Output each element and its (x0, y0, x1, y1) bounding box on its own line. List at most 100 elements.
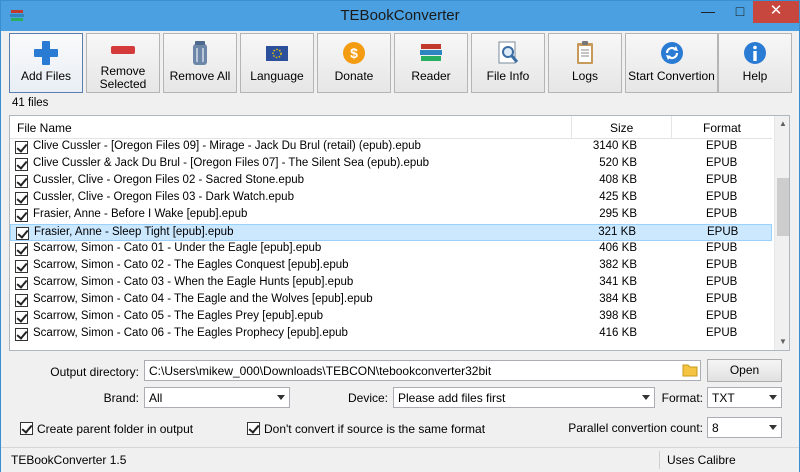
format-select[interactable]: TXT (707, 387, 782, 408)
row-checkbox[interactable] (15, 294, 28, 307)
language-label: Language (250, 69, 304, 83)
file-name-cell: Scarrow, Simon - Cato 06 - The Eagles Pr… (33, 327, 348, 339)
minimize-button[interactable]: — (693, 1, 723, 23)
column-header-file-name[interactable]: File Name (17, 121, 72, 135)
row-checkbox[interactable] (15, 260, 28, 273)
parallel-count-select[interactable]: 8 (707, 417, 782, 438)
close-button[interactable]: ✕ (753, 1, 799, 23)
logs-label: Logs (571, 69, 599, 83)
table-row[interactable]: Frasier, Anne - Sleep Tight [epub].epub 3… (10, 224, 772, 241)
table-row[interactable]: Scarrow, Simon - Cato 01 - Under the Eag… (10, 241, 772, 258)
file-size-cell: 341 KB (599, 276, 637, 288)
device-select[interactable]: Please add files first (393, 387, 655, 408)
plus-icon (34, 41, 58, 65)
scrollbar-thumb[interactable] (777, 178, 789, 236)
remove-selected-button[interactable]: Remove Selected (86, 33, 160, 93)
file-list[interactable]: File Name Size Format Clive Cussler - [O… (9, 115, 790, 351)
checkbox-box[interactable] (20, 422, 33, 435)
file-name-cell: Clive Cussler - [Oregon Files 09] - Mira… (33, 140, 421, 152)
title-bar[interactable]: TEBookConverter — □ ✕ (1, 1, 799, 31)
device-label: Device: (347, 391, 388, 405)
row-checkbox[interactable] (16, 227, 29, 240)
language-button[interactable]: Language (240, 33, 314, 93)
start-convertion-label: Start Convertion (628, 69, 715, 83)
file-format-cell: EPUB (706, 293, 738, 305)
add-files-button[interactable]: Add Files (9, 33, 83, 93)
add-files-label: Add Files (20, 69, 72, 83)
row-checkbox[interactable] (15, 311, 28, 324)
row-checkbox[interactable] (15, 175, 28, 188)
output-directory-label: Output directory: (50, 365, 139, 379)
table-row[interactable]: Clive Cussler - [Oregon Files 09] - Mira… (10, 139, 772, 156)
file-format-cell: EPUB (706, 191, 738, 203)
help-label: Help (742, 69, 768, 83)
checkbox-box[interactable] (247, 422, 260, 435)
brand-select[interactable]: All (144, 387, 290, 408)
file-format-cell: EPUB (706, 327, 738, 339)
column-divider[interactable] (571, 116, 572, 138)
format-label: Format: (661, 391, 703, 405)
refresh-icon (660, 42, 683, 64)
file-format-cell: EPUB (706, 259, 738, 271)
table-row[interactable]: Scarrow, Simon - Cato 06 - The Eagles Pr… (10, 326, 772, 343)
table-row[interactable]: Cussler, Clive - Oregon Files 02 - Sacre… (10, 173, 772, 190)
column-header-size[interactable]: Size (610, 121, 633, 135)
file-list-header: File Name Size Format (10, 116, 772, 139)
create-parent-folder-checkbox[interactable]: Create parent folder in output (20, 421, 240, 437)
vertical-scrollbar[interactable]: ▲ ▼ (774, 116, 789, 350)
donate-button[interactable]: $ Donate (317, 33, 391, 93)
file-name-cell: Scarrow, Simon - Cato 03 - When the Eagl… (33, 276, 354, 288)
table-row[interactable]: Scarrow, Simon - Cato 04 - The Eagle and… (10, 292, 772, 309)
donate-label: Donate (334, 69, 374, 83)
chevron-down-icon (277, 395, 285, 400)
parallel-count-value: 8 (712, 421, 719, 435)
svg-text:$: $ (350, 45, 358, 61)
dont-convert-same-format-label: Don't convert if source is the same form… (264, 422, 486, 436)
column-divider[interactable] (671, 116, 672, 138)
row-checkbox[interactable] (15, 141, 28, 154)
row-checkbox[interactable] (15, 158, 28, 171)
table-row[interactable]: Scarrow, Simon - Cato 02 - The Eagles Co… (10, 258, 772, 275)
maximize-button[interactable]: □ (725, 1, 755, 23)
brand-value: All (149, 391, 163, 405)
row-checkbox[interactable] (15, 209, 28, 222)
parallel-convertion-label: Parallel convertion count: (568, 421, 703, 435)
column-header-format[interactable]: Format (703, 121, 741, 135)
remove-all-button[interactable]: Remove All (163, 33, 237, 93)
dont-convert-same-format-checkbox[interactable]: Don't convert if source is the same form… (247, 421, 547, 437)
table-row[interactable]: Scarrow, Simon - Cato 03 - When the Eagl… (10, 275, 772, 292)
scroll-down-icon[interactable]: ▼ (775, 334, 789, 350)
row-checkbox[interactable] (15, 277, 28, 290)
row-checkbox[interactable] (15, 328, 28, 341)
status-divider (659, 451, 660, 469)
file-size-cell: 416 KB (599, 327, 637, 339)
folder-icon[interactable] (682, 363, 698, 377)
row-checkbox[interactable] (15, 192, 28, 205)
help-button[interactable]: Help (718, 33, 792, 93)
remove-all-label: Remove All (169, 69, 231, 83)
reader-button[interactable]: Reader (394, 33, 468, 93)
file-name-cell: Frasier, Anne - Before I Wake [epub].epu… (33, 208, 248, 220)
status-calibre: Uses Calibre (667, 453, 736, 467)
table-row[interactable]: Clive Cussler & Jack Du Brul - [Oregon F… (10, 156, 772, 173)
start-convertion-button[interactable]: Start Convertion (625, 33, 718, 93)
window-title: TEBookConverter (340, 7, 460, 24)
minus-icon (111, 46, 135, 54)
table-row[interactable]: Scarrow, Simon - Cato 05 - The Eagles Pr… (10, 309, 772, 326)
open-button[interactable]: Open (707, 359, 782, 382)
file-info-button[interactable]: File Info (471, 33, 545, 93)
table-row[interactable]: Cussler, Clive - Oregon Files 03 - Dark … (10, 190, 772, 207)
brand-label: Brand: (103, 391, 139, 405)
row-checkbox[interactable] (15, 243, 28, 256)
format-value: TXT (712, 391, 735, 405)
reader-label: Reader (411, 69, 451, 83)
file-format-cell: EPUB (706, 208, 738, 220)
table-row[interactable]: Frasier, Anne - Before I Wake [epub].epu… (10, 207, 772, 224)
scroll-up-icon[interactable]: ▲ (775, 116, 789, 132)
create-parent-folder-label: Create parent folder in output (37, 422, 194, 436)
logs-button[interactable]: Logs (548, 33, 622, 93)
file-size-cell: 408 KB (599, 174, 637, 186)
file-size-cell: 321 KB (598, 226, 636, 238)
file-name-cell: Clive Cussler & Jack Du Brul - [Oregon F… (33, 157, 430, 169)
output-directory-field[interactable]: C:\Users\mikew_000\Downloads\TEBCON\tebo… (144, 360, 701, 381)
